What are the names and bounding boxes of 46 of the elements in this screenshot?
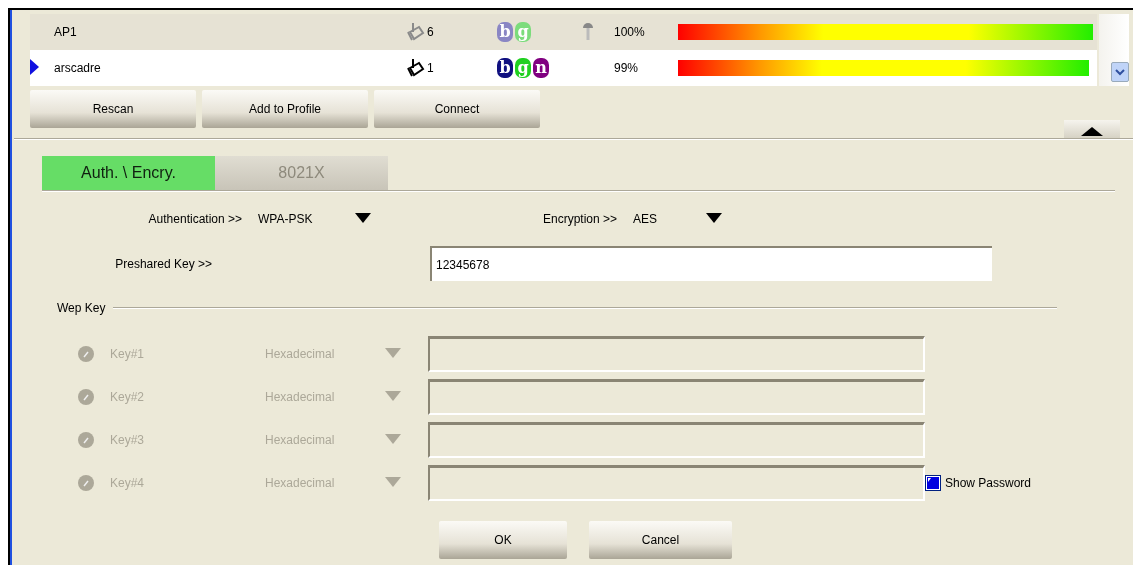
authentication-value[interactable]: WPA-PSK	[258, 212, 355, 226]
mode-badge: g	[515, 22, 531, 42]
key-field[interactable]	[428, 336, 925, 372]
channel-number: 1	[427, 61, 434, 75]
mode-badge: n	[533, 58, 549, 78]
key-field[interactable]	[428, 465, 925, 501]
network-name: AP1	[54, 25, 78, 39]
key-field[interactable]	[428, 422, 925, 458]
scroll-bar[interactable]	[1099, 14, 1129, 86]
channel-number: 6	[427, 25, 434, 39]
scroll-down-button[interactable]	[1111, 62, 1129, 82]
collapse-button[interactable]	[1064, 120, 1120, 138]
signal-percent: 99%	[614, 61, 640, 75]
triangle-up-icon	[1081, 127, 1103, 136]
selection-triangle-icon	[30, 58, 39, 75]
mode-badge: b	[497, 58, 513, 78]
checkbox[interactable]	[925, 475, 941, 491]
encryption-value[interactable]: AES	[633, 212, 706, 226]
dropdown-arrow-icon[interactable]	[355, 213, 371, 223]
dialog-button[interactable]: OK	[439, 521, 567, 559]
mode-badge: g	[515, 58, 531, 78]
action-button[interactable]: Rescan	[30, 90, 196, 128]
key-label: Key#2	[110, 390, 146, 404]
dropdown-arrow-icon[interactable]	[706, 213, 722, 223]
preshared-key-field[interactable]: 12345678	[430, 246, 992, 281]
signal-percent: 100%	[614, 25, 646, 39]
action-button[interactable]: Connect	[374, 90, 540, 128]
field-label: Preshared Key >>	[114, 256, 213, 271]
mode-badge: b	[497, 22, 513, 42]
group-title: Wep Key	[57, 301, 106, 315]
network-row[interactable]: AP1 6 b g 100%	[30, 14, 1097, 50]
key-label: Key#3	[110, 433, 146, 447]
dialog-button[interactable]: Cancel	[589, 521, 732, 559]
key-label: Key#4	[110, 476, 146, 490]
key-field[interactable]	[428, 379, 925, 415]
key-label: Key#1	[110, 347, 146, 361]
chevron-down-icon	[1115, 68, 1125, 76]
field-label: Authentication >>	[147, 212, 243, 226]
checkbox-label: Show Password	[945, 476, 1033, 490]
network-name: arscadre	[54, 61, 102, 75]
antenna-icon	[407, 22, 425, 42]
field-label: Encryption >>	[541, 212, 618, 226]
antenna-icon	[407, 58, 425, 78]
tab[interactable]: Auth. \ Encry.	[42, 156, 215, 190]
network-row[interactable]: arscadre 1 b g n 99%	[30, 50, 1097, 86]
action-button[interactable]: Add to Profile	[202, 90, 368, 128]
